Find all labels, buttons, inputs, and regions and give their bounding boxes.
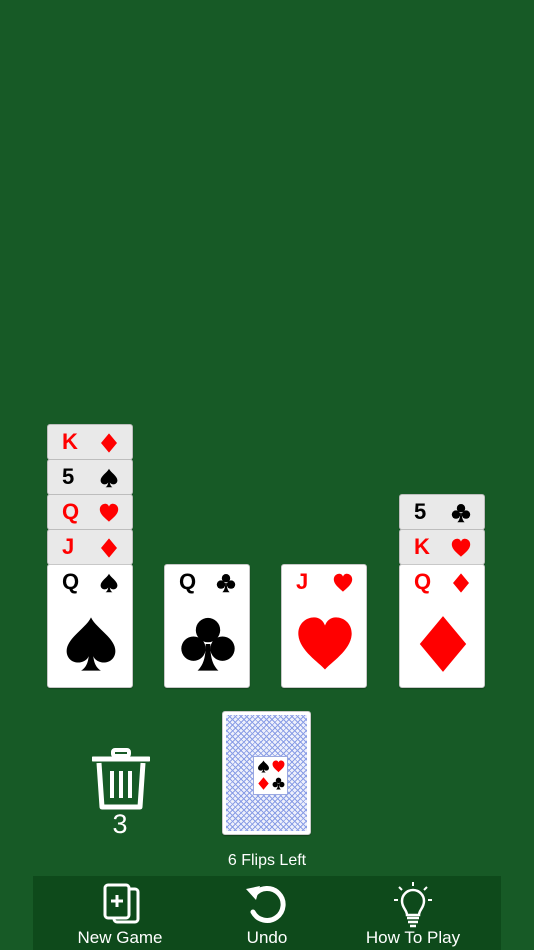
spade-icon xyxy=(99,573,119,593)
heart-icon xyxy=(99,503,119,523)
card-rank: K xyxy=(414,534,430,559)
new-game-label: New Game xyxy=(77,928,163,947)
diamond-icon xyxy=(99,538,119,558)
card-back-icon xyxy=(226,715,307,831)
spade-icon xyxy=(99,468,119,488)
how-to-play-button[interactable]: How To Play xyxy=(353,876,473,950)
playing-card[interactable]: 5 xyxy=(399,494,485,530)
bottom-toolbar: New Game Undo How To Play xyxy=(33,876,501,950)
club-icon xyxy=(179,615,237,673)
card-rank: Q xyxy=(62,499,80,524)
card-rank: 5 xyxy=(414,499,427,524)
playing-card[interactable]: 5 xyxy=(47,459,133,495)
new-game-icon xyxy=(103,883,140,924)
new-game-button[interactable]: New Game xyxy=(60,876,180,950)
playing-card[interactable]: Q xyxy=(47,494,133,530)
playing-card[interactable]: K xyxy=(47,424,133,460)
spade-icon xyxy=(257,760,270,773)
how-to-play-label: How To Play xyxy=(365,928,461,947)
undo-label: Undo xyxy=(246,928,288,947)
playing-card[interactable]: Q xyxy=(164,564,250,688)
stock-pile[interactable] xyxy=(222,711,311,835)
undo-button[interactable]: Undo xyxy=(227,876,307,950)
card-rank: 5 xyxy=(62,464,75,489)
undo-icon xyxy=(246,886,286,923)
deck-emblem xyxy=(253,756,288,795)
heart-icon xyxy=(333,573,353,593)
diamond-icon xyxy=(99,433,119,453)
playing-card[interactable]: Q xyxy=(47,564,133,688)
spade-icon xyxy=(62,615,120,673)
discard-pile[interactable] xyxy=(90,748,152,810)
club-icon xyxy=(272,777,285,790)
playing-card[interactable]: J xyxy=(281,564,367,688)
diamond-icon xyxy=(451,573,471,593)
heart-icon xyxy=(451,538,471,558)
diamond-icon xyxy=(257,777,270,790)
card-rank: J xyxy=(296,569,309,594)
card-rank: J xyxy=(62,534,75,559)
card-rank: K xyxy=(62,429,78,454)
playing-card[interactable]: Q xyxy=(399,564,485,688)
club-icon xyxy=(216,573,236,593)
flips-left-label: 6 Flips Left xyxy=(227,852,307,869)
heart-icon xyxy=(296,615,354,673)
diamond-icon xyxy=(414,615,472,673)
playing-card[interactable]: J xyxy=(47,529,133,565)
discard-count: 3 xyxy=(112,809,128,839)
playing-card[interactable]: K xyxy=(399,529,485,565)
lightbulb-icon xyxy=(394,882,432,928)
trash-icon xyxy=(90,748,152,810)
heart-icon xyxy=(272,760,285,773)
card-rank: Q xyxy=(179,569,197,594)
card-rank: Q xyxy=(414,569,432,594)
club-icon xyxy=(451,503,471,523)
card-rank: Q xyxy=(62,569,80,594)
